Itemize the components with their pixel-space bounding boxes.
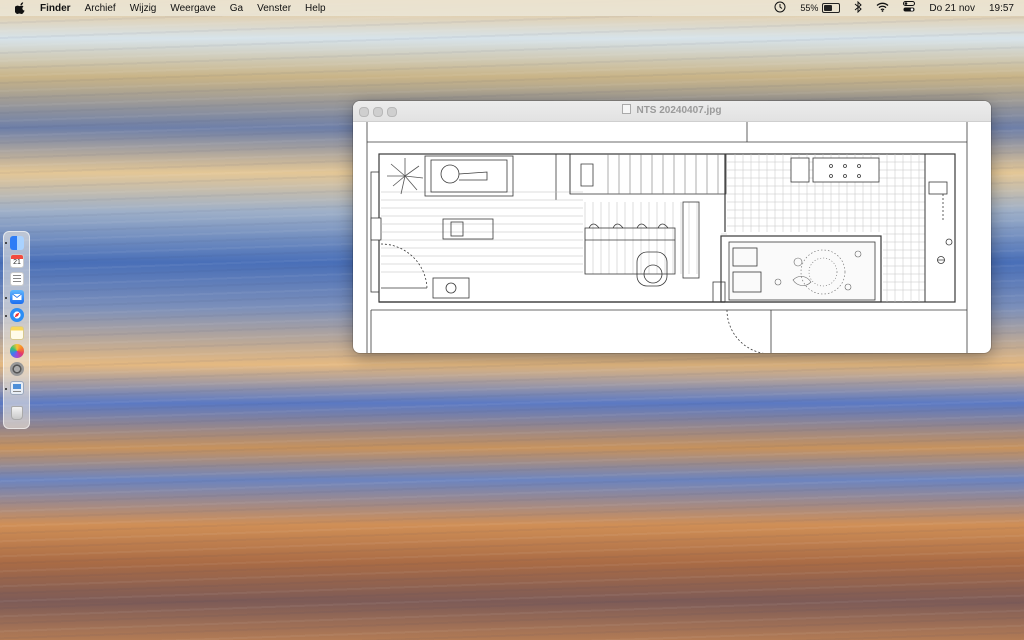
- wifi-icon[interactable]: [876, 2, 889, 15]
- menu-time[interactable]: 19:57: [989, 3, 1014, 14]
- calendar-icon[interactable]: 21: [10, 254, 24, 268]
- mail-icon[interactable]: [10, 290, 24, 304]
- running-indicator: [5, 242, 7, 244]
- menu-date[interactable]: Do 21 nov: [929, 3, 975, 14]
- battery-icon: [822, 3, 841, 13]
- running-indicator: [5, 297, 7, 299]
- dock: 21: [3, 231, 30, 429]
- menu-app-name[interactable]: Finder: [40, 3, 71, 14]
- floor-plan-image: [366, 122, 968, 353]
- menu-bar: Finder Archief Wijzig Weergave Ga Venste…: [0, 0, 1024, 16]
- running-indicator: [5, 315, 7, 317]
- safari-icon[interactable]: [10, 308, 24, 322]
- document-icon: [622, 104, 632, 114]
- preview-icon[interactable]: [10, 381, 24, 395]
- menu-help[interactable]: Help: [305, 3, 326, 14]
- menu-wijzig[interactable]: Wijzig: [130, 3, 157, 14]
- window-titlebar[interactable]: NTS 20240407.jpg: [353, 101, 991, 122]
- preview-window: NTS 20240407.jpg: [353, 101, 991, 353]
- control-center-icon[interactable]: [903, 1, 916, 15]
- notes-icon[interactable]: [10, 326, 24, 340]
- battery-status[interactable]: 55%: [800, 3, 841, 13]
- photos-icon[interactable]: [10, 344, 24, 358]
- battery-percent: 55%: [800, 3, 819, 13]
- trash-icon[interactable]: [11, 406, 23, 420]
- menu-ga[interactable]: Ga: [230, 3, 243, 14]
- menu-venster[interactable]: Venster: [257, 3, 291, 14]
- system-settings-icon[interactable]: [10, 362, 24, 376]
- finder-icon[interactable]: [10, 236, 24, 250]
- apple-menu-icon[interactable]: [14, 2, 26, 14]
- menu-weergave[interactable]: Weergave: [170, 3, 215, 14]
- bluetooth-icon[interactable]: [854, 0, 863, 16]
- window-title: NTS 20240407.jpg: [353, 104, 991, 116]
- time-machine-icon[interactable]: [774, 1, 786, 16]
- calendar-day: 21: [13, 259, 21, 266]
- menu-archief[interactable]: Archief: [85, 3, 116, 14]
- running-indicator: [5, 388, 7, 390]
- battery-fill: [824, 5, 833, 11]
- window-title-text: NTS 20240407.jpg: [636, 105, 722, 116]
- reminders-icon[interactable]: [10, 272, 24, 286]
